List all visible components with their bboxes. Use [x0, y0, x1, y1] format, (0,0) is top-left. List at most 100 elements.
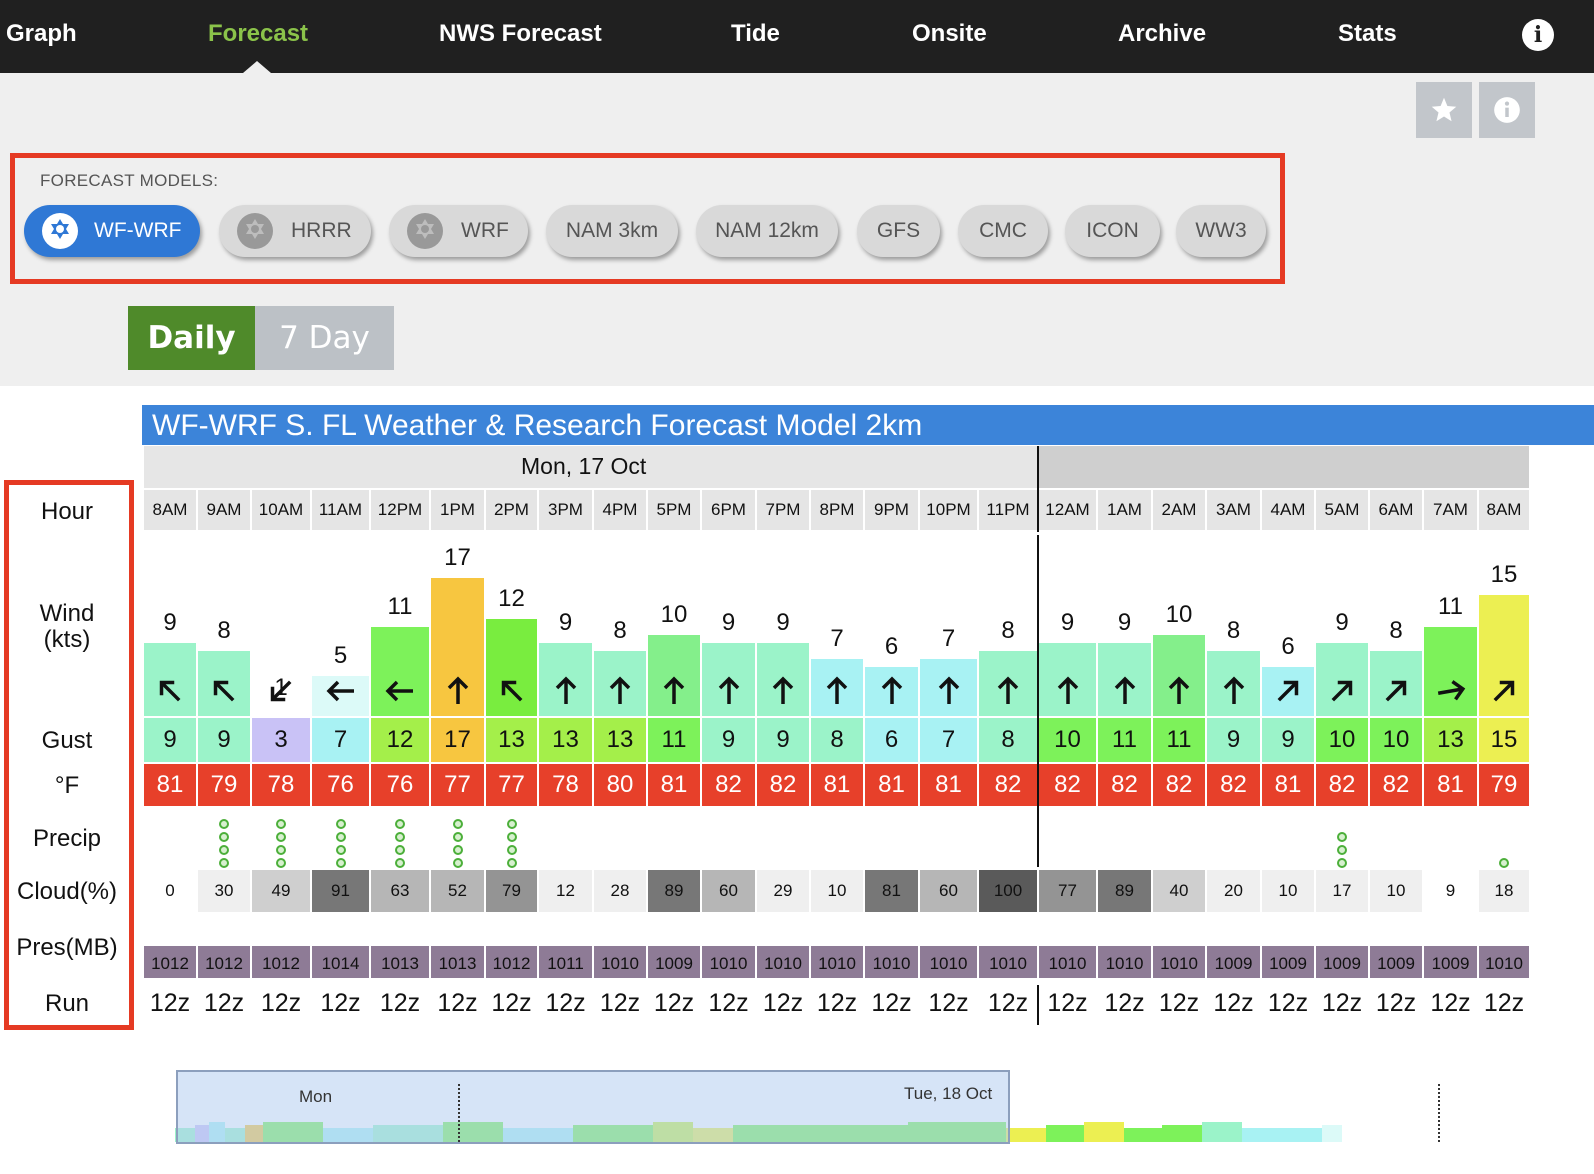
wind-speed-value: 9 [1335, 609, 1349, 636]
timeline-bar [1006, 1128, 1046, 1142]
wind-direction-arrow-icon [440, 673, 476, 709]
temperature-value: 78 [539, 764, 592, 806]
tab-daily[interactable]: Daily [128, 306, 255, 370]
model-label: NAM 3km [565, 219, 659, 242]
gust-value: 11 [1098, 718, 1151, 762]
precip-dot-icon [1337, 845, 1347, 855]
model-gfs-button[interactable]: GFS [857, 205, 940, 257]
wind-direction-arrow-icon [1270, 673, 1306, 709]
row-label-gust: Gust [41, 727, 93, 754]
day-divider [1037, 535, 1039, 867]
wind-direction-arrow-icon [1486, 673, 1522, 709]
cloud-cover-value: 52 [431, 870, 484, 912]
wind-speed-value: 11 [1438, 593, 1463, 620]
temperature-value: 76 [312, 764, 369, 806]
row-label-wind-unit: (kts) [43, 626, 91, 653]
precip-dot-icon [219, 819, 229, 829]
model-run-value: 12z [653, 989, 695, 1017]
model-label: CMC [979, 219, 1027, 242]
star-icon [1431, 97, 1457, 122]
favorite-button[interactable] [1416, 82, 1472, 138]
nav-forecast[interactable]: Forecast [208, 20, 308, 48]
gust-value: 10 [1039, 718, 1096, 762]
pressure-value: 1012 [198, 946, 250, 978]
cloud-cover-value: 18 [1479, 870, 1529, 912]
model-ww3-button[interactable]: WW3 [1176, 205, 1266, 257]
gust-value: 8 [979, 718, 1037, 762]
temperature-value: 82 [1039, 764, 1096, 806]
timeline-bar [1202, 1122, 1242, 1142]
nav-graph[interactable]: Graph [6, 20, 77, 48]
model-label: WRF [461, 219, 509, 242]
hour-cell: 1PM [431, 490, 484, 530]
wind-speed-value: 7 [941, 625, 956, 652]
temperature-value: 82 [757, 764, 809, 806]
cloud-cover-value: 10 [1370, 870, 1422, 912]
model-run-value: 12z [1375, 989, 1417, 1017]
cloud-cover-value: 10 [811, 870, 863, 912]
precip-dot-icon [335, 845, 346, 855]
pressure-value: 1010 [920, 946, 977, 978]
wind-bar [252, 708, 310, 716]
gust-value: 13 [486, 718, 537, 762]
temperature-value: 82 [702, 764, 755, 806]
nav-onsite[interactable]: Onsite [912, 20, 987, 48]
date-band-next-day [1039, 446, 1529, 488]
wind-speed-value: 9 [721, 609, 736, 636]
hour-cell: 9AM [198, 490, 250, 530]
cloud-cover-value: 60 [920, 870, 977, 912]
precip-dot-icon [335, 858, 346, 868]
gust-value: 15 [1479, 718, 1529, 762]
cloud-cover-value: 89 [648, 870, 700, 912]
timeline-label-tue: Tue, 18 Oct [904, 1084, 993, 1103]
model-wf-wrf-button[interactable]: WF-WRF [24, 205, 200, 257]
pressure-value: 1013 [431, 946, 484, 978]
model-run-value: 12z [203, 989, 245, 1017]
wind-direction-arrow-icon [323, 673, 359, 709]
wind-direction-arrow-icon [382, 673, 418, 709]
model-badge-icon [407, 213, 443, 249]
nav-archive[interactable]: Archive [1118, 20, 1206, 48]
nav-stats[interactable]: Stats [1338, 20, 1397, 48]
timeline-range-selector[interactable] [176, 1070, 1010, 1144]
nav-nws-forecast[interactable]: NWS Forecast [439, 20, 602, 48]
date-label: Mon, 17 Oct [521, 453, 647, 479]
model-icon-button[interactable]: ICON [1065, 205, 1160, 257]
model-nam-3km-button[interactable]: NAM 3km [546, 205, 678, 257]
nav-tide[interactable]: Tide [731, 20, 780, 48]
temperature-value: 81 [920, 764, 977, 806]
gust-value: 7 [312, 718, 369, 762]
wind-direction-arrow-icon [931, 673, 967, 709]
model-run-value: 12z [599, 989, 641, 1017]
pressure-value: 1012 [252, 946, 310, 978]
wind-speed-value: 8 [613, 617, 627, 644]
precip-dot-icon [506, 845, 517, 855]
model-wrf-button[interactable]: WRF [389, 205, 528, 257]
row-label-temp: °F [54, 772, 80, 799]
tab-7-day[interactable]: 7 Day [255, 306, 394, 370]
cloud-cover-value: 100 [979, 870, 1037, 912]
model-hrrr-button[interactable]: HRRR [219, 205, 371, 257]
info-icon[interactable]: i [1522, 19, 1554, 51]
precip-dot-icon [452, 845, 463, 855]
wind-direction-arrow-icon [656, 673, 692, 709]
precip-dot-icon [219, 845, 229, 855]
temperature-value: 82 [1370, 764, 1422, 806]
wind-speed-value: 8 [1226, 617, 1241, 644]
wind-speed-value: 6 [1281, 633, 1295, 660]
model-cmc-button[interactable]: CMC [958, 205, 1048, 257]
model-run-value: 12z [1213, 989, 1254, 1017]
temperature-value: 82 [1153, 764, 1205, 806]
model-nam-12km-button[interactable]: NAM 12km [696, 205, 838, 257]
wind-direction-arrow-icon [711, 673, 747, 709]
temperature-value: 82 [1316, 764, 1368, 806]
pressure-value: 1010 [702, 946, 755, 978]
row-label-run: Run [44, 990, 90, 1017]
info-button[interactable] [1479, 82, 1535, 138]
gust-value: 11 [1153, 718, 1205, 762]
precip-dot-icon [276, 845, 286, 855]
hour-cell: 7PM [757, 490, 809, 530]
precip-dot-icon [506, 832, 517, 842]
pressure-value: 1010 [594, 946, 646, 978]
hour-cell: 3AM [1207, 490, 1260, 530]
